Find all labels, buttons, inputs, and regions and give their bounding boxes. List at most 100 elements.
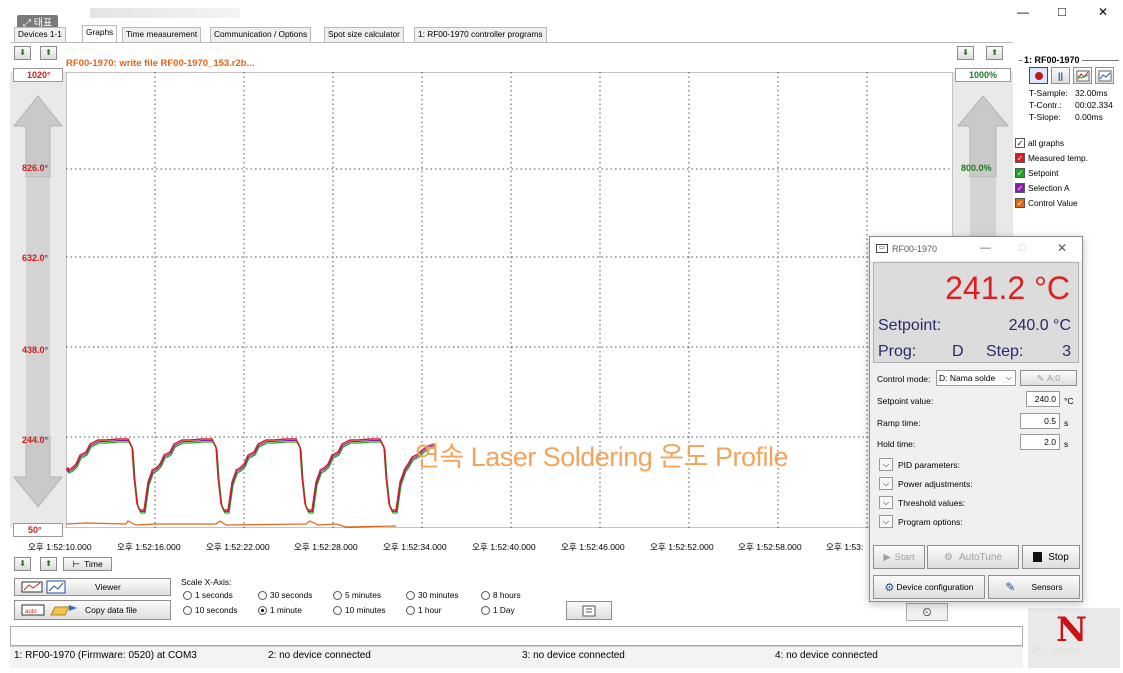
time-axis-icon: ⊢ xyxy=(72,558,81,569)
check-measured-temp[interactable]: ✓ Measured temp. xyxy=(1015,153,1088,163)
check-label: Setpoint xyxy=(1028,168,1059,178)
sensors-button[interactable]: ✎ Sensors xyxy=(988,575,1080,599)
radio-5-minutes[interactable]: 5 minutes xyxy=(333,590,381,600)
popup-step-value: 3 xyxy=(1062,343,1071,360)
a0-button[interactable]: ✎ A:0 xyxy=(1020,370,1077,386)
ramp-time-input[interactable]: 0.5 xyxy=(1020,413,1060,429)
graph-file-label: RF00-1970: write file RF00-1970_153.r2b.… xyxy=(66,58,255,69)
copy-data-file-icon: auto xyxy=(21,604,77,616)
autotune-button[interactable]: ⚙ AutoTune xyxy=(927,545,1019,569)
viewer-label: Viewer xyxy=(95,582,121,592)
tab-communication[interactable]: Communication / Options xyxy=(210,27,312,42)
y-tick-label: 244.0° xyxy=(22,435,49,445)
y-tick-label: 632.0° xyxy=(22,253,49,263)
left-axis-bottom-field[interactable]: 50° xyxy=(13,523,63,537)
start-button[interactable]: ▶ Start xyxy=(873,545,925,569)
expander-program-options[interactable]: ⌵ Program options: xyxy=(879,515,963,528)
radio-label: 10 seconds xyxy=(195,605,238,615)
tab-graphs[interactable]: Graphs xyxy=(82,25,118,43)
popup-close-button[interactable]: ✕ xyxy=(1057,241,1067,255)
expander-pid[interactable]: ⌵ PID parameters: xyxy=(879,458,960,471)
expander-power[interactable]: ⌵ Power adjustments: xyxy=(879,477,973,490)
left-axis-arrows-icon[interactable] xyxy=(10,82,66,522)
command-input[interactable] xyxy=(10,626,1023,646)
popup-prog-value: D xyxy=(952,343,964,360)
x-tick-label: 오후 1:52:52.000 xyxy=(650,542,714,552)
record-button[interactable] xyxy=(1029,67,1048,84)
t-slope-value: 0.00ms xyxy=(1075,112,1103,122)
expander-label: Threshold values: xyxy=(898,497,966,508)
viewer-button[interactable]: Viewer xyxy=(14,578,171,596)
logo: N EN... Industry xyxy=(1028,608,1120,668)
scroll-down-button-right[interactable]: ⬇ xyxy=(957,46,974,60)
check-selection-a[interactable]: ✓ Selection A xyxy=(1015,183,1070,193)
radio-8-hours[interactable]: 8 hours xyxy=(481,590,521,600)
left-axis-top-field[interactable]: 1020° xyxy=(13,68,63,82)
check-label: Measured temp. xyxy=(1028,153,1088,163)
calculator-button[interactable] xyxy=(566,601,612,620)
stop-button[interactable]: Stop xyxy=(1022,545,1080,569)
t-sample-label: T-Sample: xyxy=(1029,88,1068,98)
radio-1-minute[interactable]: 1 minute xyxy=(258,605,302,615)
hold-time-input[interactable]: 2.0 xyxy=(1020,434,1060,450)
device-configuration-button[interactable]: ⚙ Device configuration xyxy=(873,575,985,599)
radio-dot xyxy=(183,605,192,615)
minimize-button[interactable]: — xyxy=(1017,5,1029,19)
logo-letter: N xyxy=(1056,610,1088,650)
scroll-up-button-left[interactable]: ⬆ xyxy=(40,46,57,60)
device-popup[interactable]: ▭ RF00-1970 — □ ✕ 241.2 °C Setpoint: 240… xyxy=(869,236,1083,602)
popup-maximize-button[interactable]: □ xyxy=(1019,242,1026,254)
check-control-value[interactable]: ✓ Control Value xyxy=(1015,198,1078,208)
tab-devices[interactable]: Devices 1-1 xyxy=(14,27,66,42)
hold-time-unit: s xyxy=(1064,439,1069,449)
tab-controller-programs[interactable]: 1: RF00-1970 controller programs xyxy=(414,27,547,42)
expander-threshold[interactable]: ⌵ Threshold values: xyxy=(879,496,965,509)
close-button[interactable]: ✕ xyxy=(1098,5,1108,19)
expander-label: PID parameters: xyxy=(898,459,960,470)
right-axis-top-field[interactable]: 1000% xyxy=(955,68,1011,82)
control-mode-select[interactable]: D: Nama solde ⌵ xyxy=(936,370,1016,386)
tab-spot-size[interactable]: Spot size calculator xyxy=(324,27,404,42)
tab-time-measurement[interactable]: Time measurement xyxy=(122,27,202,42)
check-all-graphs[interactable]: ✓ all graphs xyxy=(1015,138,1064,148)
sensors-label: Sensors xyxy=(1031,582,1063,592)
pause-button[interactable]: || xyxy=(1051,67,1070,84)
radio-dot xyxy=(333,590,342,600)
color-graph-button[interactable] xyxy=(1073,67,1092,84)
radio-label: 8 hours xyxy=(493,590,521,600)
radio-1-seconds[interactable]: 1 seconds xyxy=(183,590,233,600)
radio-1-day[interactable]: 1 Day xyxy=(481,605,515,615)
graph-settings-icon xyxy=(1098,70,1111,81)
radio-label: 1 hour xyxy=(418,605,442,615)
x-scroll-down-button[interactable]: ⬇ xyxy=(14,557,31,571)
check-setpoint[interactable]: ✓ Setpoint xyxy=(1015,168,1058,178)
popup-minimize-button[interactable]: — xyxy=(980,242,991,254)
radio-label: 30 minutes xyxy=(418,590,459,600)
radio-1-hour[interactable]: 1 hour xyxy=(406,605,442,615)
clock-icon[interactable]: ⏲ xyxy=(906,603,948,621)
radio-10-seconds[interactable]: 10 seconds xyxy=(183,605,237,615)
scroll-up-button-right[interactable]: ⬆ xyxy=(986,46,1003,60)
chevron-down-icon: ⌵ xyxy=(879,477,893,490)
check-label: Selection A xyxy=(1028,183,1070,193)
radio-dot xyxy=(406,590,415,600)
t-slope-label: T-Slope: xyxy=(1029,112,1061,122)
status-device-1: 1: RF00-1970 (Firmware: 0520) at COM3 xyxy=(14,650,197,661)
radio-30-seconds[interactable]: 30 seconds xyxy=(258,590,312,600)
scroll-down-button-left[interactable]: ⬇ xyxy=(14,46,31,60)
status-device-3: 3: no device connected xyxy=(522,650,625,661)
x-scroll-up-button[interactable]: ⬆ xyxy=(40,557,57,571)
setpoint-value-input[interactable]: 240.0 xyxy=(1026,391,1060,407)
maximize-button[interactable]: □ xyxy=(1058,4,1066,19)
radio-10-minutes[interactable]: 10 minutes xyxy=(333,605,386,615)
copy-data-file-button[interactable]: auto Copy data file xyxy=(14,600,171,620)
check-label: all graphs xyxy=(1028,138,1064,148)
graph-settings-button[interactable] xyxy=(1095,67,1114,84)
x-tick-label: 오후 1:52:40.000 xyxy=(472,542,536,552)
radio-dot xyxy=(258,605,267,615)
radio-30-minutes[interactable]: 30 minutes xyxy=(406,590,459,600)
popup-step-label: Step: xyxy=(986,343,1024,360)
popup-app-icon: ▭ xyxy=(876,244,888,253)
right-panel-device: 1: RF00-1970 xyxy=(1022,55,1082,65)
time-button[interactable]: ⊢ Time xyxy=(63,557,112,571)
